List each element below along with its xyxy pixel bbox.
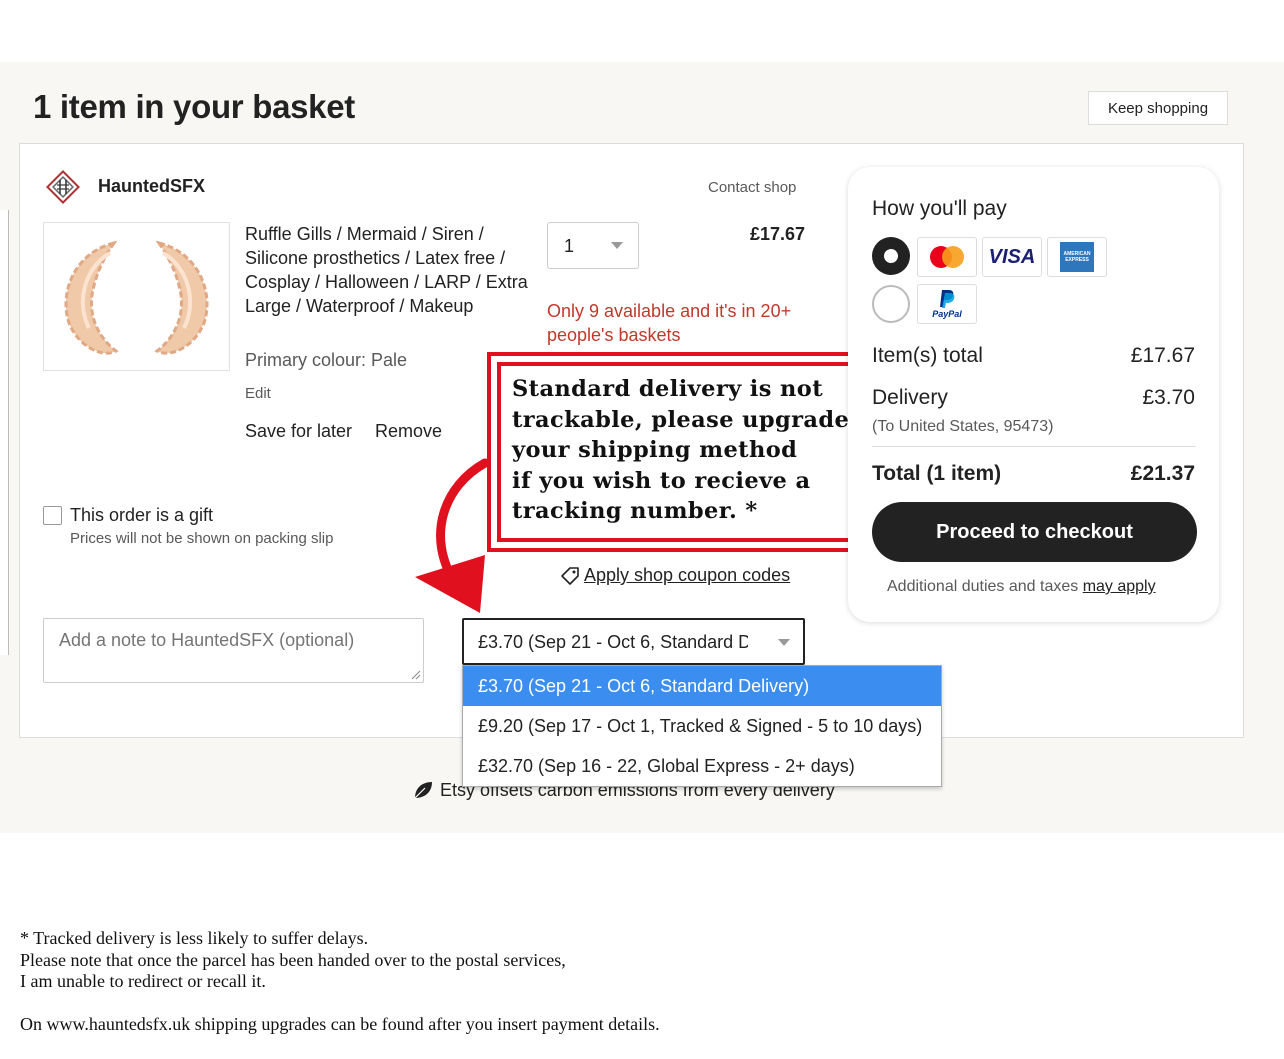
- quantity-select[interactable]: 1: [547, 222, 639, 269]
- shop-logo-icon[interactable]: [45, 169, 81, 205]
- items-total-value: £17.67: [1130, 344, 1195, 367]
- footnote: * Tracked delivery is less likely to suf…: [20, 928, 660, 1036]
- paypal-label: PayPal: [932, 309, 962, 319]
- save-for-later-button[interactable]: Save for later: [245, 421, 352, 442]
- chevron-down-icon: [778, 639, 790, 646]
- delivery-label: Delivery: [872, 386, 948, 409]
- tracking-notice: Standard delivery is not trackable, plea…: [512, 374, 857, 527]
- visa-label: VISA: [988, 245, 1036, 268]
- stock-warning: Only 9 available and it's in 20+ people'…: [547, 301, 792, 345]
- paypal-icon: PayPal: [917, 284, 977, 324]
- shipping-selected-value: £3.70 (Sep 21 - Oct 6, Standard Del: [478, 632, 748, 652]
- chevron-down-icon: [611, 242, 623, 249]
- ruffle-gills-image: [64, 240, 209, 355]
- payment-title: How you'll pay: [872, 197, 1007, 220]
- shipping-options-list: £3.70 (Sep 21 - Oct 6, Standard Delivery…: [462, 665, 942, 787]
- edit-link[interactable]: Edit: [245, 385, 271, 402]
- footnote-line: On www.hauntedsfx.uk shipping upgrades c…: [20, 1014, 660, 1034]
- contact-shop-link[interactable]: Contact shop: [708, 179, 796, 196]
- page-title: 1 item in your basket: [33, 88, 355, 125]
- total-label: Total (1 item): [872, 462, 1002, 485]
- amex-icon: AMERICAN EXPRESS: [1047, 237, 1107, 277]
- curved-arrow-icon: [415, 458, 490, 613]
- footnote-line: * Tracked delivery is less likely to suf…: [20, 928, 369, 948]
- mastercard-icon: [917, 237, 977, 277]
- visa-icon: VISA: [982, 237, 1042, 277]
- item-price: £17.67: [749, 224, 805, 244]
- delivery-value: £3.70: [1142, 386, 1195, 409]
- may-apply-link[interactable]: may apply: [1083, 578, 1156, 595]
- duties-note: Additional duties and taxes may apply: [887, 578, 1156, 596]
- proceed-to-checkout-button[interactable]: Proceed to checkout: [872, 502, 1197, 562]
- gift-checkbox[interactable]: [43, 506, 62, 525]
- tag-icon: [561, 566, 579, 585]
- leaf-icon: [414, 782, 432, 799]
- notice-line: trackable, please upgrade: [512, 406, 850, 433]
- duties-text: Additional duties and taxes: [887, 578, 1083, 595]
- resize-grip-icon[interactable]: [411, 670, 421, 680]
- side-panel-edge: [0, 210, 9, 655]
- card-payment-radio[interactable]: [872, 237, 910, 275]
- items-total-label: Item(s) total: [872, 344, 983, 367]
- shipping-select[interactable]: £3.70 (Sep 21 - Oct 6, Standard Del: [462, 618, 805, 665]
- paypal-payment-radio[interactable]: [872, 285, 910, 323]
- footnote-spacer: [20, 993, 660, 1015]
- footnote-line: Please note that once the parcel has bee…: [20, 949, 566, 970]
- product-thumbnail[interactable]: [43, 222, 230, 371]
- total-value: £21.37: [1130, 462, 1195, 485]
- gift-label[interactable]: This order is a gift: [70, 505, 213, 526]
- amex-label: AMERICAN EXPRESS: [1060, 242, 1094, 272]
- coupon-link[interactable]: Apply shop coupon codes: [560, 565, 790, 586]
- note-to-seller-field[interactable]: Add a note to HauntedSFX (optional): [43, 618, 424, 683]
- shipping-option[interactable]: £3.70 (Sep 21 - Oct 6, Standard Delivery…: [463, 666, 941, 706]
- notice-line: if you wish to recieve a: [512, 467, 811, 494]
- shop-name[interactable]: HauntedSFX: [98, 176, 205, 197]
- quantity-value: 1: [564, 236, 575, 256]
- product-colour: Primary colour: Pale: [245, 350, 408, 370]
- notice-line: Standard delivery is not: [512, 376, 824, 402]
- shipping-option[interactable]: £32.70 (Sep 16 - 22, Global Express - 2+…: [463, 746, 941, 786]
- product-title-link[interactable]: Ruffle Gills / Mermaid / Siren / Silicon…: [245, 222, 530, 318]
- coupon-label: Apply shop coupon codes: [584, 565, 791, 585]
- keep-shopping-button[interactable]: Keep shopping: [1088, 91, 1228, 125]
- notice-line: tracking number. *: [512, 498, 758, 524]
- notice-line: your shipping method: [512, 437, 798, 463]
- delivery-destination: (To United States, 95473): [872, 418, 1054, 435]
- gift-sublabel: Prices will not be shown on packing slip: [70, 530, 334, 547]
- footnote-line: I am unable to redirect or recall it.: [20, 971, 266, 991]
- divider: [872, 446, 1196, 447]
- shipping-option[interactable]: £9.20 (Sep 17 - Oct 1, Tracked & Signed …: [463, 706, 941, 746]
- remove-button[interactable]: Remove: [375, 421, 442, 442]
